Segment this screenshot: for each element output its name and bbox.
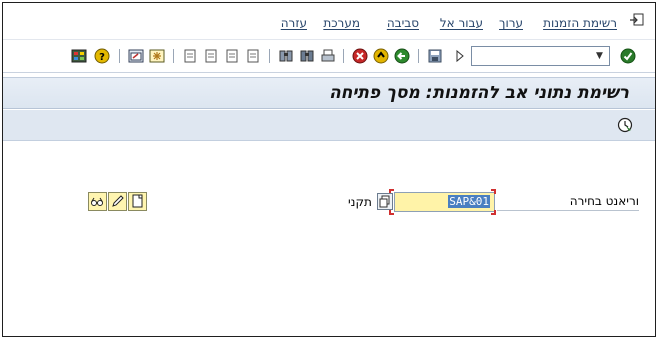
variant-label: וריאנט בחירה (569, 194, 639, 208)
layout-icon[interactable] (71, 48, 87, 64)
svg-text:?: ? (99, 52, 105, 63)
new-session-icon[interactable] (149, 48, 165, 64)
execute-icon[interactable] (617, 117, 633, 133)
menu-edit[interactable]: ערוך (499, 16, 523, 30)
required-marker (491, 210, 496, 215)
find-next-icon[interactable] (299, 48, 315, 64)
toolbar-separator (269, 49, 270, 63)
back-icon[interactable] (394, 48, 410, 64)
copy-icon (379, 195, 390, 208)
menu-order-list[interactable]: רשימת הזמנות (543, 16, 617, 30)
toolbar-separator (418, 49, 419, 63)
display-variant-button[interactable] (88, 192, 107, 211)
chevron-down-icon[interactable]: ▼ (593, 49, 606, 63)
print-icon[interactable] (320, 48, 336, 64)
toolbar-separator (173, 49, 174, 63)
standard-variant-button[interactable] (377, 193, 393, 210)
toolbar-separator (119, 49, 120, 63)
standard-toolbar: ▼ ? (3, 39, 655, 73)
toolbar-separator (343, 49, 344, 63)
find-icon[interactable] (278, 48, 294, 64)
last-page-icon[interactable] (182, 48, 198, 64)
first-page-icon[interactable] (245, 48, 261, 64)
exit-icon[interactable] (373, 48, 389, 64)
help-icon[interactable]: ? (94, 48, 110, 64)
menu-bar: רשימת הזמנות ערוך עבור אל סביבה מערכת עז… (3, 3, 655, 38)
menu-help[interactable]: עזרה (281, 16, 307, 30)
prev-page-icon[interactable] (224, 48, 240, 64)
change-variant-button[interactable] (108, 192, 127, 211)
label-underline (497, 210, 639, 211)
menu-system[interactable]: מערכת (323, 16, 360, 30)
save-icon[interactable] (427, 48, 443, 64)
pencil-icon (112, 195, 124, 207)
expand-command-icon[interactable] (452, 48, 468, 64)
required-marker (491, 189, 496, 194)
new-document-icon (132, 194, 143, 208)
variant-value: SAP&01 (448, 195, 490, 208)
next-page-icon[interactable] (203, 48, 219, 64)
enter-icon[interactable] (620, 48, 636, 64)
menu-goto[interactable]: עבור אל (440, 16, 483, 30)
log-off-icon[interactable] (629, 13, 645, 27)
shortcut-icon[interactable] (128, 48, 144, 64)
menu-environment[interactable]: סביבה (387, 16, 419, 30)
standard-label: תקני (348, 195, 372, 209)
command-field[interactable]: ▼ (471, 46, 610, 66)
variant-input[interactable]: SAP&01 (394, 192, 495, 212)
page-title: רשימת נתוני אב להזמנות: מסך פתיחה (329, 83, 629, 103)
title-bar: רשימת נתוני אב להזמנות: מסך פתיחה (3, 77, 655, 109)
selection-screen: וריאנט בחירה SAP&01 תקני (3, 142, 655, 336)
glasses-icon (91, 197, 103, 206)
cancel-icon[interactable] (352, 48, 368, 64)
application-toolbar (3, 110, 655, 141)
sap-window: רשימת הזמנות ערוך עבור אל סביבה מערכת עז… (2, 2, 656, 337)
create-variant-button[interactable] (128, 192, 147, 211)
